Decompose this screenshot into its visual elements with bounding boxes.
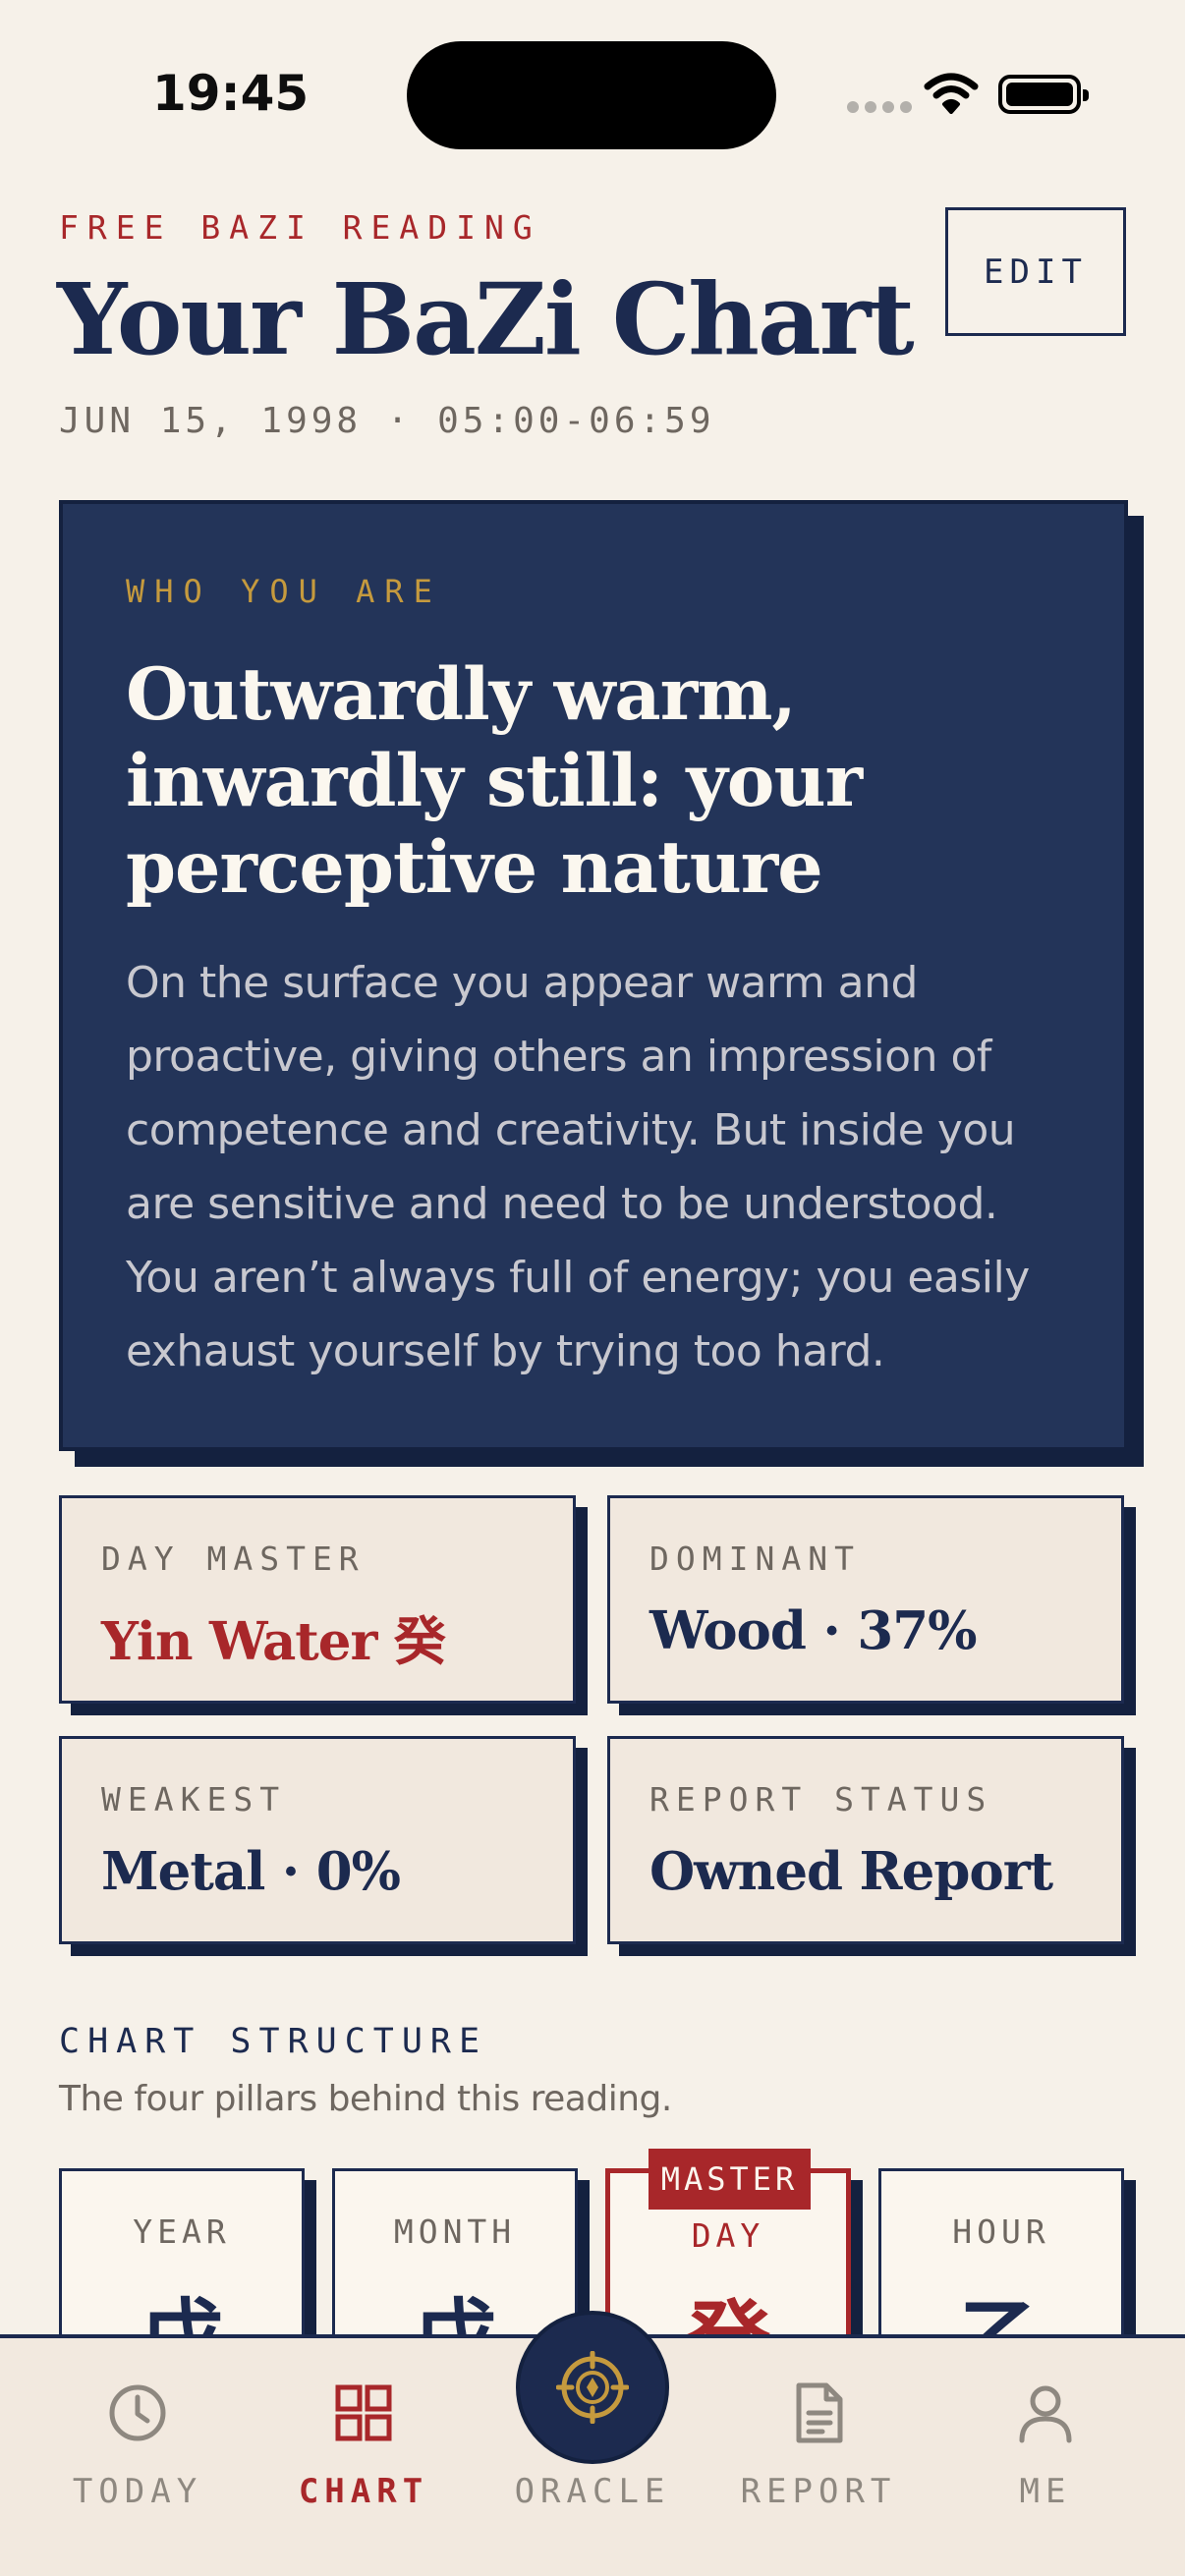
hero-eyebrow: WHO YOU ARE <box>126 573 442 610</box>
dominant-card: DOMINANT Wood · 37% <box>607 1495 1124 1704</box>
day-master-value: Yin Water 癸 <box>101 1611 446 1672</box>
weakest-value: Metal · 0% <box>101 1841 401 1902</box>
stat-label: WEAKEST <box>101 1780 287 1819</box>
edit-button[interactable]: EDIT <box>945 207 1126 336</box>
birth-date-line: JUN 15, 1998 · 05:00-06:59 <box>59 401 715 441</box>
tab-report[interactable]: REPORT <box>720 2338 917 2535</box>
tab-label: CHART <box>298 2472 429 2511</box>
stat-label: REPORT STATUS <box>649 1780 993 1819</box>
cellular-signal-icon <box>847 101 912 113</box>
compass-icon <box>556 2351 629 2424</box>
hero-body: On the surface you appear warm and proac… <box>126 958 1030 1376</box>
clock-icon <box>109 2384 166 2441</box>
pillar-label: YEAR <box>133 2212 231 2251</box>
day-master-card: DAY MASTER Yin Water 癸 <box>59 1495 576 1704</box>
wifi-icon <box>924 73 979 114</box>
master-badge: MASTER <box>649 2149 811 2210</box>
tab-label: ME <box>1019 2472 1072 2511</box>
chart-structure-title: CHART STRUCTURE <box>59 2022 488 2061</box>
dynamic-island <box>407 41 776 149</box>
tab-label: TODAY <box>72 2472 203 2511</box>
grid-icon <box>335 2384 392 2441</box>
stat-label: DOMINANT <box>649 1540 861 1578</box>
pillar-label: HOUR <box>952 2212 1050 2251</box>
document-icon <box>796 2382 843 2443</box>
pillar-label: DAY <box>691 2216 765 2255</box>
tab-label: ORACLE <box>514 2472 671 2511</box>
report-status-card[interactable]: REPORT STATUS Owned Report <box>607 1736 1124 1944</box>
status-time: 19:45 <box>152 65 310 122</box>
chart-structure-subtitle: The four pillars behind this reading. <box>59 2079 672 2119</box>
battery-icon <box>998 75 1089 114</box>
page-title: Your BaZi Chart <box>57 261 915 377</box>
hero-title: Outwardly warm, inwardly still: your per… <box>126 652 863 910</box>
status-bar: 19:45 <box>0 0 1185 187</box>
pillar-label: MONTH <box>393 2212 517 2251</box>
tab-label: REPORT <box>740 2472 897 2511</box>
dominant-value: Wood · 37% <box>649 1600 977 1661</box>
tab-today[interactable]: TODAY <box>39 2338 236 2535</box>
person-icon <box>1019 2385 1072 2443</box>
reading-eyebrow: FREE BAZI READING <box>59 208 541 247</box>
weakest-card: WEAKEST Metal · 0% <box>59 1736 576 1944</box>
who-you-are-card: WHO YOU ARE Outwardly warm, inwardly sti… <box>59 500 1128 1451</box>
stat-label: DAY MASTER <box>101 1540 366 1578</box>
tab-me[interactable]: ME <box>947 2338 1144 2535</box>
report-status-value: Owned Report <box>649 1841 1053 1902</box>
tab-bar: TODAY CHART ORACLE REPORT ME <box>0 2311 1185 2576</box>
tab-chart[interactable]: CHART <box>265 2338 462 2535</box>
oracle-button[interactable] <box>516 2311 669 2464</box>
